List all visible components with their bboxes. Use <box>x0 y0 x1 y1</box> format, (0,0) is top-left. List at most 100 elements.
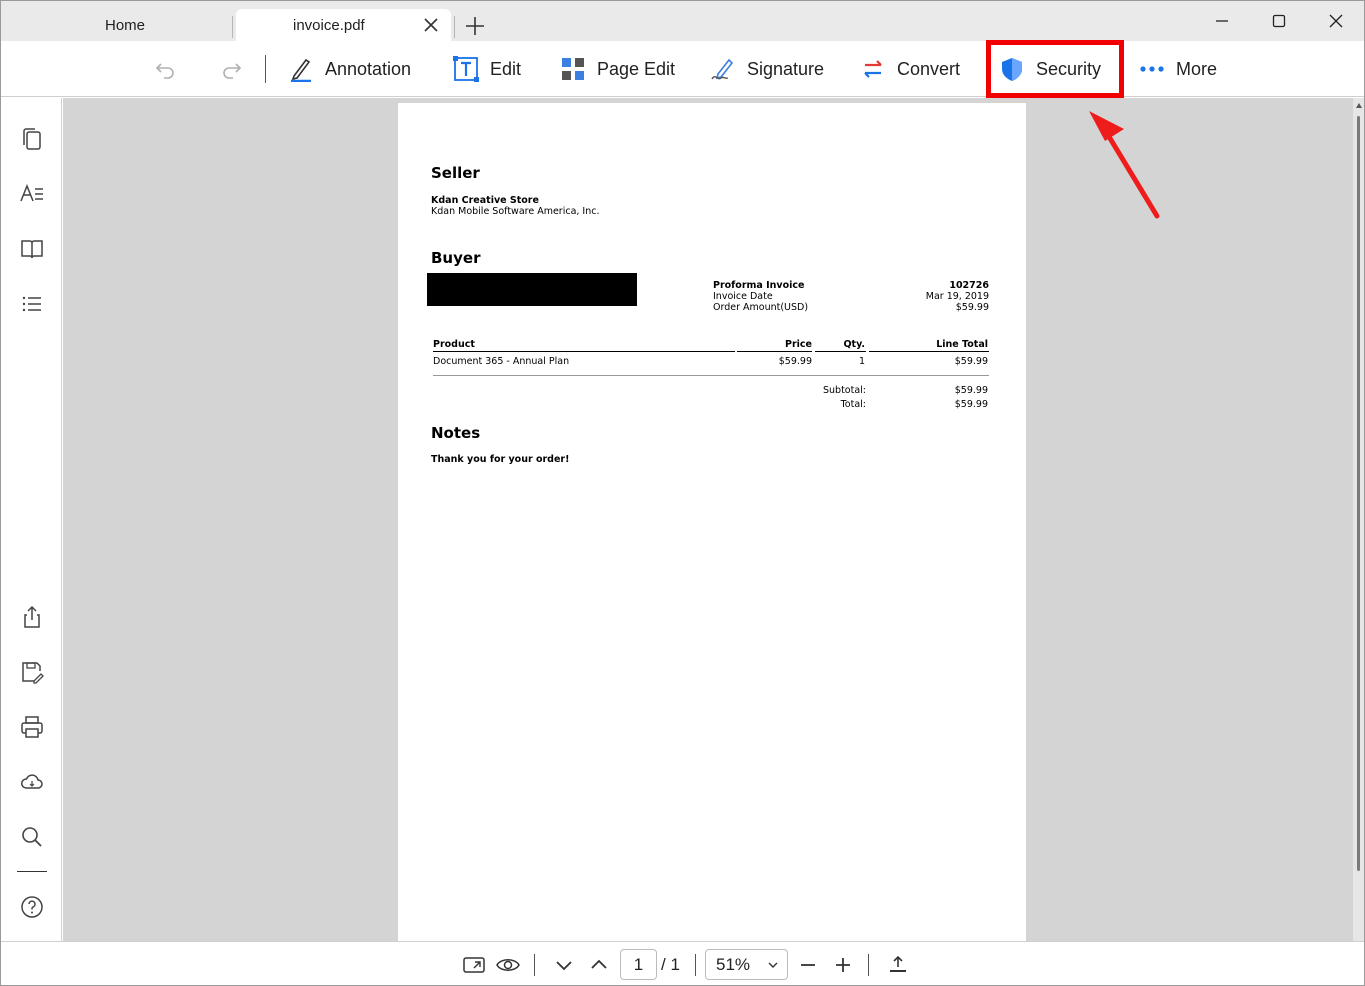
annotation-button[interactable]: Annotation <box>288 41 411 97</box>
column-header-product: Product <box>433 339 475 350</box>
close-window-button[interactable] <box>1316 9 1356 33</box>
notes-text: Thank you for your order! <box>431 454 570 465</box>
column-header-line-total: Line Total <box>936 339 988 350</box>
invoice-date-value: Mar 19, 2019 <box>925 291 989 302</box>
invoice-date-label: Invoice Date <box>713 291 773 302</box>
text-outline-icon[interactable] <box>19 181 45 207</box>
bottom-separator <box>534 954 535 976</box>
tab-invoice-label: invoice.pdf <box>293 16 365 34</box>
convert-button[interactable]: Convert <box>860 41 960 97</box>
bottom-separator <box>695 954 696 976</box>
help-icon[interactable] <box>19 894 45 920</box>
more-button[interactable]: More <box>1139 41 1217 97</box>
undo-icon[interactable] <box>153 56 179 82</box>
seller-company: Kdan Mobile Software America, Inc. <box>431 206 600 217</box>
subtotal-label: Subtotal: <box>822 385 866 396</box>
edit-label: Edit <box>490 58 522 79</box>
page-edit-button[interactable]: Page Edit <box>560 41 675 97</box>
pages-icon[interactable] <box>19 126 45 152</box>
new-tab-icon[interactable] <box>463 14 487 38</box>
row-rule <box>433 375 989 376</box>
app-window: Home invoice.pdf Annotation Edit Page Ed… <box>0 0 1365 986</box>
convert-icon <box>864 60 882 78</box>
sidebar-divider <box>17 871 47 872</box>
header-rule <box>737 351 812 352</box>
scrollbar-thumb[interactable] <box>1357 116 1360 871</box>
zoom-value: 51% <box>716 955 751 974</box>
text-edit-icon <box>453 56 479 82</box>
signature-button[interactable]: Signature <box>710 41 824 97</box>
bottom-bar: 1 / 1 51% <box>1 941 1364 985</box>
cell-product: Document 365 - Annual Plan <box>433 356 570 367</box>
vertical-scrollbar[interactable] <box>1353 98 1364 941</box>
save-as-icon[interactable] <box>19 659 45 685</box>
seller-heading: Seller <box>431 164 480 182</box>
scroll-up-arrow-icon[interactable] <box>1355 102 1363 110</box>
column-header-price: Price <box>785 339 812 350</box>
bottom-separator <box>868 954 869 976</box>
signature-label: Signature <box>747 58 825 79</box>
maximize-icon <box>1272 14 1286 28</box>
cloud-icon[interactable] <box>19 769 45 795</box>
list-icon[interactable] <box>19 291 45 317</box>
tab-home[interactable]: Home <box>19 9 231 41</box>
eye-icon[interactable] <box>496 953 520 977</box>
proforma-label: Proforma Invoice <box>713 280 805 291</box>
header-rule <box>815 351 866 352</box>
edit-button[interactable]: Edit <box>453 41 521 97</box>
main-toolbar: Annotation Edit Page Edit Signature Conv… <box>1 41 1364 97</box>
search-icon[interactable] <box>19 824 45 850</box>
zoom-in-icon[interactable] <box>831 953 855 977</box>
annotation-label: Annotation <box>325 58 412 79</box>
total-label: Total: <box>840 399 866 410</box>
signature-icon <box>711 58 734 80</box>
subtotal-value: $59.99 <box>954 385 988 396</box>
redo-icon[interactable] <box>218 56 244 82</box>
pdf-page[interactable]: Seller Kdan Creative Store Kdan Mobile S… <box>398 103 1026 941</box>
more-dots-icon <box>1140 66 1164 72</box>
tab-bar: Home invoice.pdf <box>1 1 1364 41</box>
more-label: More <box>1176 58 1218 79</box>
redacted-buyer-block <box>427 273 637 306</box>
column-header-qty: Qty. <box>843 339 865 350</box>
close-icon <box>1329 14 1343 28</box>
order-amount-label: Order Amount(USD) <box>713 302 809 313</box>
tab-home-label: Home <box>104 16 145 34</box>
tab-separator <box>232 16 233 38</box>
chevron-down-icon <box>768 962 778 968</box>
convert-label: Convert <box>897 58 961 79</box>
upload-icon[interactable] <box>886 953 910 977</box>
cell-line-total: $59.99 <box>954 356 988 367</box>
security-highlight-box <box>986 40 1124 98</box>
maximize-button[interactable] <box>1259 9 1299 33</box>
total-value: $59.99 <box>954 399 988 410</box>
minimize-button[interactable] <box>1202 9 1242 33</box>
next-page-icon[interactable] <box>552 953 576 977</box>
seller-name: Kdan Creative Store <box>431 195 539 206</box>
red-arrow-icon <box>1089 111 1160 219</box>
page-number-input[interactable]: 1 <box>620 949 657 980</box>
fit-page-icon[interactable] <box>462 953 486 977</box>
order-amount-value: $59.99 <box>955 302 989 313</box>
pen-icon <box>291 58 311 82</box>
previous-page-icon[interactable] <box>587 953 611 977</box>
minimize-icon <box>1216 20 1228 22</box>
cell-price: $59.99 <box>778 356 812 367</box>
header-rule <box>869 351 989 352</box>
book-icon[interactable] <box>19 236 45 262</box>
header-rule <box>433 351 735 352</box>
grid-icon <box>562 58 584 80</box>
share-icon[interactable] <box>19 604 45 630</box>
tab-invoice[interactable]: invoice.pdf <box>236 9 451 41</box>
left-sidebar <box>1 98 62 941</box>
notes-heading: Notes <box>431 424 481 442</box>
print-icon[interactable] <box>19 714 45 740</box>
zoom-out-icon[interactable] <box>796 953 820 977</box>
zoom-select[interactable]: 51% <box>705 949 788 980</box>
tab-separator <box>454 16 455 38</box>
close-tab-icon[interactable] <box>421 15 441 35</box>
page-edit-label: Page Edit <box>597 58 676 79</box>
cell-qty: 1 <box>858 356 865 367</box>
proforma-value: 102726 <box>949 280 989 291</box>
buyer-heading: Buyer <box>431 249 481 267</box>
